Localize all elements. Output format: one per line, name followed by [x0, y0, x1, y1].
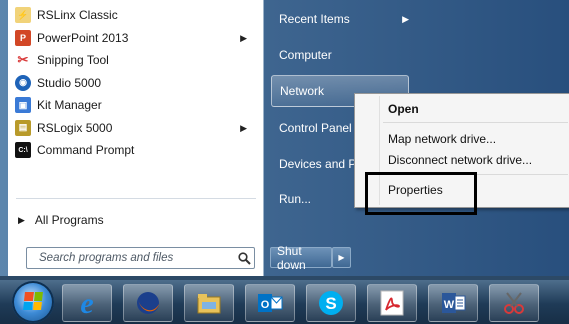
powerpoint-icon: P: [15, 29, 31, 46]
file-explorer-icon: [197, 294, 221, 314]
search-input[interactable]: Search programs and files: [26, 247, 255, 269]
program-label: RSLinx Classic: [37, 8, 118, 23]
rslogix-icon: ▤: [15, 119, 31, 136]
all-programs-label: All Programs: [34, 213, 104, 227]
studio5000-icon: ◉: [15, 74, 31, 91]
outlook-icon: O: [258, 294, 283, 312]
program-item-studio5000[interactable]: ◉ Studio 5000: [8, 72, 263, 95]
program-list: ⚡ RSLinx Classic P PowerPoint 2013 ▶ ✂ S…: [8, 4, 263, 162]
taskbar-acrobat[interactable]: [367, 284, 417, 322]
computer-label: Computer: [279, 48, 332, 62]
svg-text:W: W: [444, 299, 455, 311]
svg-text:S: S: [325, 294, 336, 313]
command-prompt-icon: C:\: [15, 142, 31, 159]
submenu-arrow-icon: ▶: [402, 13, 409, 24]
skype-icon: S: [319, 291, 343, 315]
program-item-snipping-tool[interactable]: ✂ Snipping Tool: [8, 49, 263, 72]
kit-manager-icon: ▣: [15, 97, 31, 114]
acrobat-icon: [380, 290, 404, 316]
shutdown-button[interactable]: Shut down: [270, 244, 332, 272]
program-item-kit-manager[interactable]: ▣ Kit Manager: [8, 94, 263, 117]
rslinx-icon: ⚡: [15, 7, 31, 24]
search-icon[interactable]: [234, 251, 254, 265]
taskbar-skype[interactable]: S: [306, 284, 356, 322]
recent-items[interactable]: Recent Items ▶: [271, 4, 419, 34]
program-label: Snipping Tool: [37, 53, 109, 68]
program-item-rslinx[interactable]: ⚡ RSLinx Classic: [8, 4, 263, 27]
program-item-rslogix[interactable]: ▤ RSLogix 5000 ▶: [8, 117, 263, 140]
word-icon: W: [442, 293, 466, 313]
run-label: Run...: [279, 192, 312, 206]
search-placeholder: Search programs and files: [39, 252, 174, 264]
recent-items-label: Recent Items: [279, 12, 350, 26]
divider: [16, 198, 256, 199]
program-label: Command Prompt: [37, 143, 135, 158]
svg-text:e: e: [80, 288, 93, 318]
taskbar-snipping-tool[interactable]: [489, 284, 539, 322]
svg-text:O: O: [261, 299, 270, 311]
taskbar-internet-explorer[interactable]: e: [62, 284, 112, 322]
program-label: Kit Manager: [37, 98, 102, 113]
program-item-command-prompt[interactable]: C:\ Command Prompt: [8, 139, 263, 162]
menu-separator: [383, 122, 568, 123]
submenu-arrow-icon: ▶: [240, 32, 247, 43]
internet-explorer-icon: e: [80, 288, 93, 318]
menu-item-disconnect-network-drive[interactable]: Disconnect network drive...: [388, 150, 532, 170]
taskbar-firefox[interactable]: [123, 284, 173, 322]
network-label: Network: [280, 84, 325, 98]
computer[interactable]: Computer: [271, 40, 419, 70]
program-label: RSLogix 5000: [37, 120, 113, 135]
program-item-powerpoint[interactable]: P PowerPoint 2013 ▶: [8, 27, 263, 50]
submenu-arrow-icon: ▶: [240, 122, 247, 133]
programs-pane: ⚡ RSLinx Classic P PowerPoint 2013 ▶ ✂ S…: [8, 0, 264, 277]
chevron-right-icon: ▶: [338, 253, 345, 262]
program-label: PowerPoint 2013: [37, 30, 129, 45]
shutdown-options-button[interactable]: ▶: [332, 247, 351, 268]
shutdown-label: Shut down: [277, 243, 306, 272]
program-label: Studio 5000: [37, 75, 102, 90]
menu-item-open[interactable]: Open: [388, 99, 419, 119]
taskbar-word[interactable]: W: [428, 284, 478, 322]
control-panel-label: Control Panel: [279, 121, 352, 135]
taskbar-outlook[interactable]: O: [245, 284, 295, 322]
taskbar-file-explorer[interactable]: [184, 284, 234, 322]
scissors-icon: ✂: [17, 52, 29, 68]
all-programs-button[interactable]: ▶ All Programs: [18, 208, 104, 232]
snipping-tool-icon: [504, 292, 524, 314]
windows-logo-icon: [23, 292, 43, 310]
play-arrow-icon: ▶: [18, 214, 25, 225]
devices-label: Devices and Pr: [279, 157, 361, 171]
firefox-icon: [137, 292, 159, 314]
annotation-box: [365, 172, 477, 215]
menu-item-map-network-drive[interactable]: Map network drive...: [388, 129, 496, 149]
